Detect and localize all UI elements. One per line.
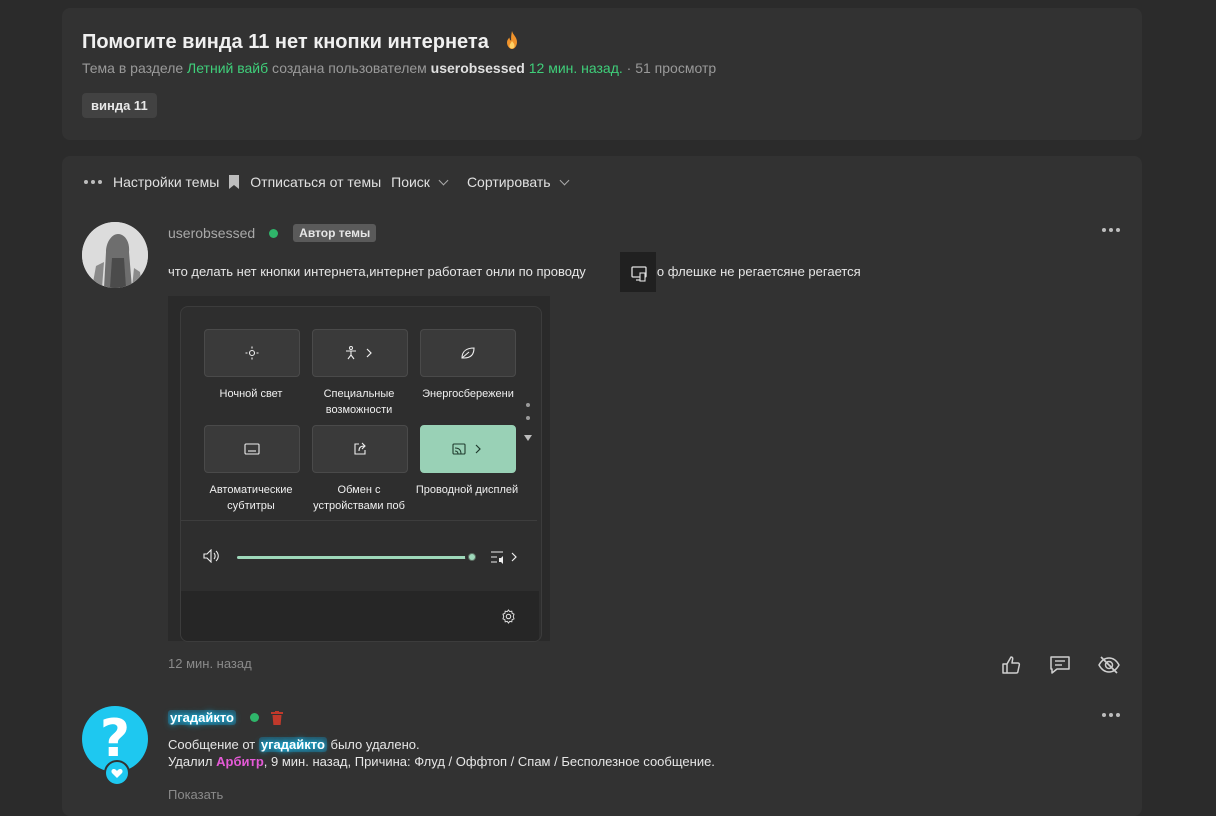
- tile-label: Энергосбережени: [422, 388, 514, 400]
- post-text: что делать нет кнопки интернета,интернет…: [168, 264, 861, 279]
- deleted-suffix: было удалено.: [330, 737, 420, 752]
- post-author-row: userobsessed Автор темы: [168, 224, 377, 242]
- audio-output-icon[interactable]: [490, 549, 518, 565]
- sort-label: Сортировать: [466, 174, 551, 190]
- leaf-icon: [461, 347, 475, 359]
- search-label: Поиск: [391, 174, 430, 190]
- removed-details: , 9 мин. назад, Причина: Флуд / Оффтоп /…: [263, 754, 715, 769]
- chevron-down-icon: [559, 175, 570, 185]
- thread-toolbar: Настройки темы Отписаться от темы Поиск …: [84, 172, 578, 192]
- divider: [181, 520, 537, 521]
- post-text-part1: что делать нет кнопки интернета,интернет…: [168, 264, 586, 279]
- online-indicator: [269, 228, 279, 238]
- thread-meta: Тема в разделе Летний вайб создана польз…: [82, 60, 716, 76]
- volume-icon[interactable]: [203, 549, 221, 563]
- accessibility-toggle[interactable]: [312, 329, 408, 377]
- post-time[interactable]: 12 мин. назад: [168, 656, 252, 671]
- fire-icon: [507, 31, 518, 49]
- tile-label: Ночной свет: [219, 388, 283, 400]
- volume-slider-track[interactable]: [237, 556, 473, 559]
- post-author-name[interactable]: userobsessed: [168, 225, 255, 241]
- quick-settings-panel: Ночной свет Специальные возможности Энер…: [180, 306, 542, 642]
- like-icon[interactable]: [1000, 654, 1022, 676]
- inline-image[interactable]: [620, 252, 656, 292]
- wired-display-toggle[interactable]: [420, 425, 516, 473]
- reply-icon[interactable]: [1049, 654, 1071, 676]
- triangle-down-icon: [524, 435, 532, 441]
- cast-icon: [452, 443, 481, 455]
- wired-display-icon: [631, 266, 647, 282]
- sort-dropdown[interactable]: Сортировать: [466, 174, 570, 190]
- tile-label: Обмен с устройствами поб: [313, 484, 405, 512]
- chevron-down-icon: [438, 175, 449, 185]
- thread-tag[interactable]: винда 11: [82, 93, 157, 118]
- more-icon: [84, 180, 105, 184]
- hide-icon[interactable]: [1098, 654, 1120, 676]
- post-author-name[interactable]: угадайкто: [168, 710, 236, 725]
- thread-settings-label: Настройки темы: [113, 174, 220, 190]
- gear-icon[interactable]: [501, 609, 516, 624]
- tile-label: Специальные возможности: [323, 388, 395, 416]
- unsubscribe-button[interactable]: Отписаться от темы: [229, 174, 381, 190]
- post-image[interactable]: Ночной свет Специальные возможности Энер…: [168, 296, 550, 642]
- thread-body: Настройки темы Отписаться от темы Поиск …: [62, 156, 1142, 816]
- scroll-indicator[interactable]: [524, 403, 532, 444]
- online-indicator: [250, 713, 259, 722]
- nearby-sharing-toggle[interactable]: [312, 425, 408, 473]
- unsubscribe-label: Отписаться от темы: [250, 174, 382, 190]
- post-author-row: угадайкто: [168, 710, 283, 725]
- captions-icon: [244, 443, 260, 455]
- deleted-prefix: Сообщение от: [168, 737, 256, 752]
- section-link[interactable]: Летний вайб: [187, 60, 268, 76]
- moderator-name[interactable]: Арбитр: [216, 754, 264, 769]
- live-captions-toggle[interactable]: [204, 425, 300, 473]
- author-badge: Автор темы: [293, 224, 377, 242]
- removed-by-prefix: Удалил: [168, 754, 213, 769]
- energy-saver-toggle[interactable]: [420, 329, 516, 377]
- heart-badge-icon: [104, 760, 130, 786]
- meta-prefix: Тема в разделе: [82, 60, 184, 76]
- bookmark-icon: [229, 175, 240, 189]
- show-deleted-link[interactable]: Показать: [168, 787, 223, 802]
- thread-views: · 51 просмотр: [626, 60, 717, 76]
- tile-label: Автоматические субтитры: [209, 484, 293, 512]
- thread-header: Помогите винда 11 нет кнопки интернета Т…: [62, 8, 1142, 140]
- thread-created-time: 12 мин. назад.: [528, 60, 623, 76]
- deletion-details: Удалил Арбитр, 9 мин. назад, Причина: Фл…: [168, 754, 715, 769]
- post-menu-button[interactable]: [1102, 713, 1123, 717]
- thread-author-link[interactable]: userobsessed: [431, 60, 525, 76]
- thread-title: Помогите винда 11 нет кнопки интернета: [82, 30, 520, 54]
- deleted-notice: Сообщение от угадайкто было удалено.: [168, 737, 420, 752]
- meta-created-by: создана пользователем: [272, 60, 427, 76]
- tile-label: Проводной дисплей: [415, 484, 519, 496]
- brightness-icon: [245, 346, 259, 360]
- trash-icon: [271, 710, 283, 725]
- post-text-part2: а по флешке не регаетсяне регается: [639, 264, 861, 279]
- thread-title-text: Помогите винда 11 нет кнопки интернета: [82, 31, 489, 53]
- deleted-author-name[interactable]: угадайкто: [258, 737, 327, 752]
- question-mark-icon: ?: [99, 709, 131, 769]
- post-menu-button[interactable]: [1102, 228, 1123, 232]
- share-icon: [354, 442, 366, 455]
- thread-settings-button[interactable]: Настройки темы: [84, 174, 219, 190]
- avatar[interactable]: [82, 222, 148, 288]
- accessibility-icon: [346, 346, 372, 360]
- volume-slider-thumb[interactable]: [465, 550, 479, 564]
- quick-settings-footer: [181, 591, 539, 641]
- night-light-toggle[interactable]: [204, 329, 300, 377]
- search-dropdown[interactable]: Поиск: [391, 174, 449, 190]
